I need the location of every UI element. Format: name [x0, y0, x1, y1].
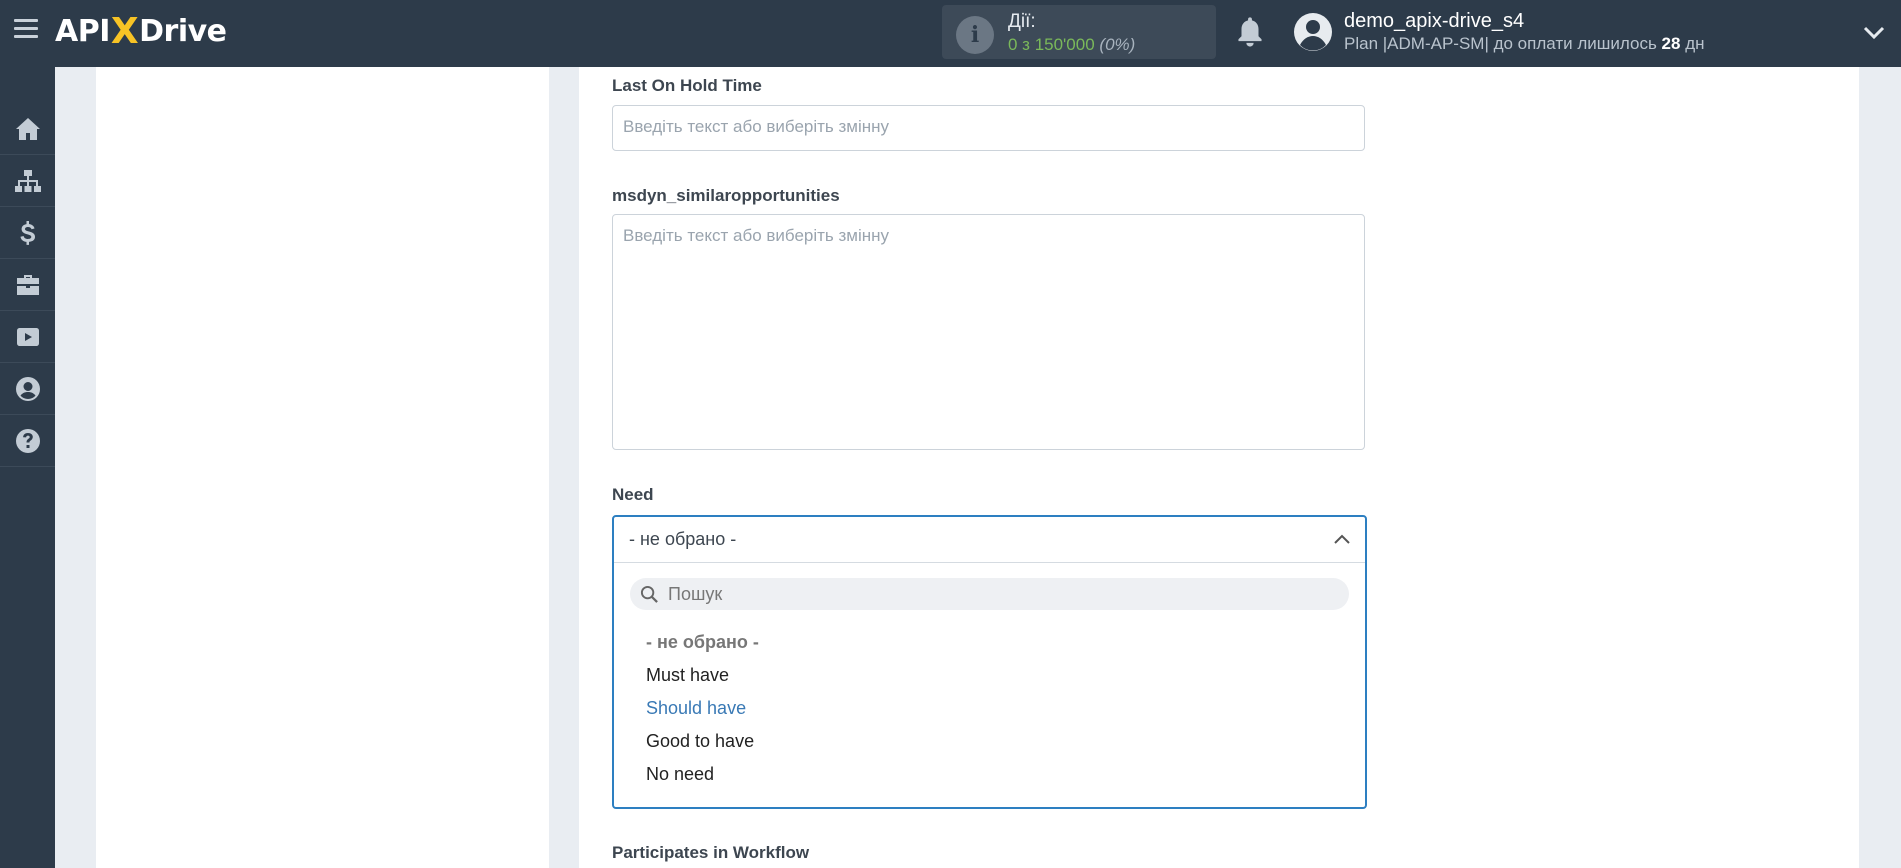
search-icon — [640, 585, 658, 603]
need-option[interactable]: Must have — [646, 665, 729, 686]
participates-label: Participates in Workflow — [612, 843, 810, 862]
sitemap-icon — [14, 169, 41, 192]
apix-drive-logo[interactable]: API X Drive — [55, 9, 227, 53]
need-search[interactable] — [630, 578, 1349, 610]
sidebar-item-services[interactable] — [0, 259, 55, 311]
menu-icon[interactable] — [14, 19, 38, 43]
question-icon — [15, 428, 40, 453]
youtube-icon — [16, 327, 39, 346]
sidebar-item-connections[interactable] — [0, 155, 55, 207]
last-on-hold-label: Last On Hold Time — [612, 76, 762, 95]
left-panel — [96, 67, 549, 868]
user-circle-icon — [15, 376, 40, 401]
need-selected-value: - не обрано - — [629, 529, 737, 549]
sidebar — [0, 67, 55, 868]
last-on-hold-input[interactable]: Введіть текст або виберіть змінну — [612, 105, 1365, 151]
bell-icon[interactable] — [1235, 15, 1265, 49]
need-option[interactable]: Should have — [646, 698, 746, 719]
user-plan: Plan |ADM-AP-SM| до оплати лишилось 28 д… — [1344, 34, 1705, 53]
need-option[interactable]: No need — [646, 764, 714, 785]
need-select-head[interactable]: - не обрано - — [614, 517, 1365, 563]
briefcase-icon — [16, 274, 39, 295]
need-option[interactable]: Good to have — [646, 731, 754, 752]
top-bar: API X Drive i Дії: 0 з 150'000 (0%) demo_a… — [0, 0, 1901, 67]
sidebar-item-help[interactable] — [0, 415, 55, 467]
sidebar-item-account[interactable] — [0, 363, 55, 415]
chevron-down-icon[interactable] — [1862, 22, 1886, 42]
need-option[interactable]: - не обрано - — [646, 632, 759, 653]
avatar[interactable] — [1293, 12, 1333, 52]
user-name[interactable]: demo_apix-drive_s4 — [1344, 10, 1524, 33]
need-select[interactable]: - не обрано - - не обрано - Must have Sh… — [612, 515, 1367, 809]
sidebar-item-home[interactable] — [0, 103, 55, 155]
info-icon: i — [956, 16, 994, 54]
actions-title: Дії: — [1008, 11, 1036, 32]
similar-opps-input[interactable]: Введіть текст або виберіть змінну — [612, 214, 1365, 450]
sidebar-item-video[interactable] — [0, 311, 55, 363]
need-label: Need — [612, 485, 654, 504]
actions-counter[interactable]: i Дії: 0 з 150'000 (0%) — [942, 5, 1216, 59]
home-icon — [15, 117, 40, 140]
need-search-input[interactable] — [668, 578, 1338, 610]
chevron-up-icon[interactable] — [1333, 531, 1351, 547]
sidebar-item-billing[interactable] — [0, 207, 55, 259]
dollar-icon — [20, 220, 35, 245]
similar-opps-label: msdyn_similaropportunities — [612, 186, 840, 205]
actions-value: 0 з 150'000 (0%) — [1008, 35, 1136, 54]
